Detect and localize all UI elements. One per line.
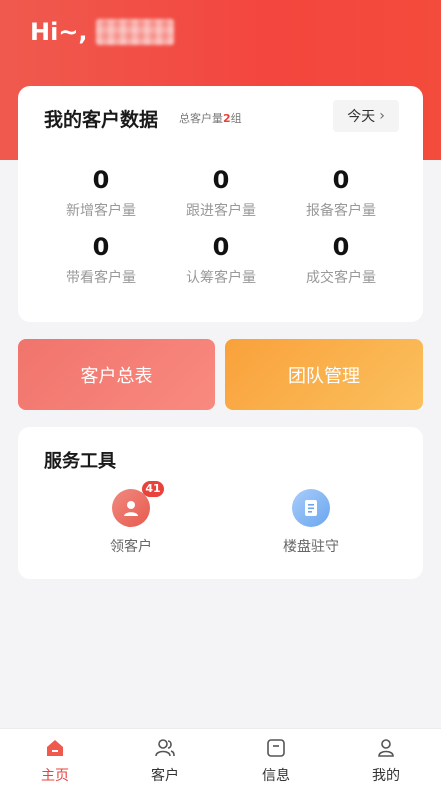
customer-data-card: 我的客户数据 总客户量2组 今天 › 0 新增客户量 0 跟进客户量 0 报备客…: [18, 86, 423, 322]
stat-label: 成交客户量: [306, 270, 376, 286]
tab-profile[interactable]: 我的: [346, 737, 426, 785]
period-selector-label: 今天: [347, 109, 376, 125]
customer-list-button[interactable]: 客户总表: [18, 339, 215, 410]
stat-visited-customers[interactable]: 0 带看客户量: [41, 233, 161, 287]
user-icon: 41: [112, 481, 164, 527]
tab-label: 主页: [41, 768, 69, 784]
stat-subscribed-customers[interactable]: 0 认筹客户量: [161, 233, 281, 287]
stat-value: 0: [332, 233, 350, 261]
tool-property-station[interactable]: 楼盘驻守: [251, 489, 371, 556]
profile-icon: [378, 739, 394, 757]
stat-value: 0: [92, 233, 110, 261]
tab-label: 我的: [372, 768, 400, 784]
stat-value: 0: [212, 233, 230, 261]
stat-label: 认筹客户量: [186, 270, 256, 286]
tab-label: 客户: [151, 768, 179, 784]
home-icon: [47, 740, 63, 756]
stat-label: 新增客户量: [66, 203, 136, 219]
total-customers-prefix: 总客户量: [179, 112, 223, 125]
stat-label: 跟进客户量: [186, 203, 256, 219]
user-name-redacted: [95, 19, 174, 45]
greeting: Hi~,: [30, 18, 174, 46]
tab-messages[interactable]: 信息: [236, 737, 316, 785]
total-customers: 总客户量2组: [179, 110, 242, 126]
message-icon: [267, 739, 285, 757]
stat-value: 0: [92, 166, 110, 194]
tool-label: 楼盘驻守: [283, 539, 339, 555]
stat-new-customers[interactable]: 0 新增客户量: [41, 166, 161, 220]
stat-value: 0: [212, 166, 230, 194]
tab-customers[interactable]: 客户: [125, 737, 205, 785]
notification-badge: 41: [142, 481, 164, 497]
users-icon: [155, 739, 175, 757]
team-management-button-label: 团队管理: [288, 365, 360, 387]
period-selector-button[interactable]: 今天 ›: [333, 100, 399, 132]
stat-label: 带看客户量: [66, 270, 136, 286]
greeting-text: Hi~,: [30, 18, 88, 46]
total-customers-count: 2: [223, 112, 231, 125]
service-tools-card: 服务工具 41 领客户 楼盘驻守: [18, 427, 423, 579]
customer-list-button-label: 客户总表: [80, 365, 153, 387]
stat-reported-customers[interactable]: 0 报备客户量: [281, 166, 401, 220]
tab-home[interactable]: 主页: [15, 737, 95, 785]
stat-followup-customers[interactable]: 0 跟进客户量: [161, 166, 281, 220]
team-management-button[interactable]: 团队管理: [225, 339, 423, 410]
stat-label: 报备客户量: [306, 203, 376, 219]
total-customers-suffix: 组: [230, 112, 242, 125]
bottom-tab-bar: 主页 客户 信息 我的: [0, 728, 441, 792]
chevron-right-icon: ›: [379, 108, 385, 124]
tab-label: 信息: [262, 768, 290, 784]
tool-label: 领客户: [110, 539, 152, 555]
stat-closed-customers[interactable]: 0 成交客户量: [281, 233, 401, 287]
customer-data-title: 我的客户数据: [44, 109, 159, 131]
stat-value: 0: [332, 166, 350, 194]
tool-claim-customers[interactable]: 41 领客户: [71, 481, 191, 556]
document-icon: [292, 489, 330, 527]
service-tools-title: 服务工具: [44, 451, 116, 472]
